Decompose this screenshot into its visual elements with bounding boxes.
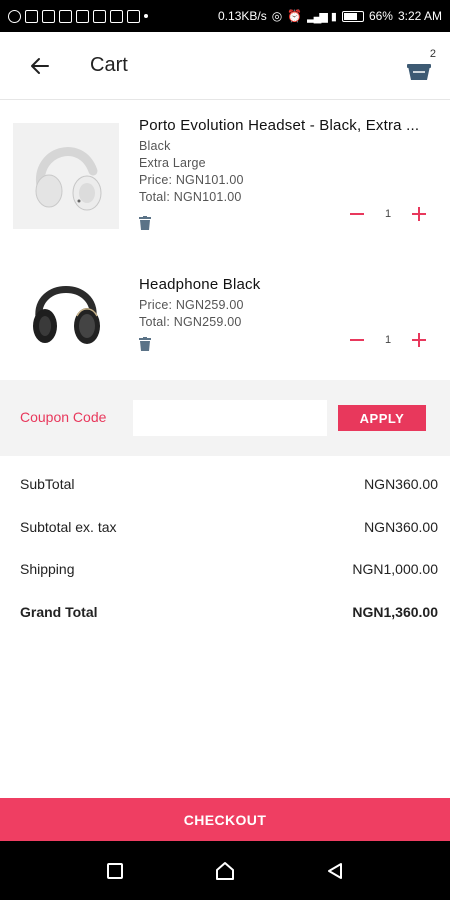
item-price: Price: NGN259.00 xyxy=(139,298,244,312)
subtotal-ex-tax-row: Subtotal ex. tax NGN360.00 xyxy=(20,513,438,556)
summary-value: NGN1,360.00 xyxy=(352,603,438,620)
minus-icon xyxy=(350,339,364,341)
item-details: Headphone Black Price: NGN259.00 Total: … xyxy=(139,276,430,329)
network-speed: 0.13KB/s xyxy=(218,9,267,23)
summary-label: Shipping xyxy=(20,561,75,577)
quantity-stepper: 1 xyxy=(346,329,430,351)
wifi-icon: ▮ xyxy=(330,10,337,23)
more-dot-icon xyxy=(144,14,148,18)
basket-icon xyxy=(407,64,431,80)
arrow-left-icon xyxy=(31,57,49,74)
system-nav-bar xyxy=(0,841,450,900)
back-nav-button[interactable] xyxy=(315,851,355,891)
home-button[interactable] xyxy=(205,851,245,891)
summary-value: NGN360.00 xyxy=(364,476,438,492)
home-icon xyxy=(216,861,234,880)
coupon-input[interactable] xyxy=(133,400,327,436)
mail-icon xyxy=(76,9,89,23)
notification-icon xyxy=(8,9,21,23)
white-headphones-image xyxy=(35,147,102,211)
item-title[interactable]: Headphone Black xyxy=(139,276,430,293)
coupon-label: Coupon Code xyxy=(20,409,107,425)
alarm-icon: ⏰ xyxy=(287,9,303,23)
status-bar: 0.13KB/s ◎ ⏰ ▂▄▆ ▮ 66% 3:22 AM xyxy=(0,0,450,32)
minus-icon xyxy=(350,213,364,215)
summary-label: SubTotal xyxy=(20,476,75,492)
product-image[interactable] xyxy=(13,123,119,229)
item-total: Total: NGN259.00 xyxy=(139,315,242,329)
cart-button[interactable]: 2 xyxy=(406,48,436,84)
plus-icon xyxy=(412,207,426,221)
trash-icon[interactable] xyxy=(139,337,151,351)
back-button[interactable] xyxy=(20,46,60,86)
product-image[interactable] xyxy=(13,260,119,366)
checkout-button[interactable]: CHECKOUT xyxy=(0,798,450,841)
square-icon xyxy=(107,862,123,879)
quantity-value: 1 xyxy=(384,208,392,220)
summary-value: NGN360.00 xyxy=(364,518,438,535)
phone-icon xyxy=(59,9,72,23)
battery-icon xyxy=(341,10,364,22)
item-title[interactable]: Porto Evolution Headset - Black, Extra .… xyxy=(139,117,430,134)
increase-quantity-button[interactable] xyxy=(408,203,430,225)
cart-item: Headphone Black Price: NGN259.00 Total: … xyxy=(0,236,450,380)
summary-label: Grand Total xyxy=(20,603,98,620)
notification-icons xyxy=(8,9,148,23)
decrease-quantity-button[interactable] xyxy=(346,329,368,351)
increase-quantity-button[interactable] xyxy=(408,329,430,351)
battery-level: 66% xyxy=(368,9,393,23)
app-bar: Cart 2 xyxy=(0,32,450,100)
sim-icon xyxy=(127,9,140,23)
trash-icon[interactable] xyxy=(139,216,151,230)
page-title: Cart xyxy=(90,54,128,76)
subtotal-row: SubTotal NGN360.00 xyxy=(20,470,438,513)
gallery-icon xyxy=(93,9,106,23)
quantity-value: 1 xyxy=(384,334,392,346)
order-summary: SubTotal NGN360.00 Subtotal ex. tax NGN3… xyxy=(20,470,438,640)
shipping-row: Shipping NGN1,000.00 xyxy=(20,555,438,598)
black-headphones-image xyxy=(33,286,100,344)
decrease-quantity-button[interactable] xyxy=(346,203,368,225)
summary-value: NGN1,000.00 xyxy=(352,561,438,577)
hotspot-icon: ◎ xyxy=(271,9,283,23)
summary-label: Subtotal ex. tax xyxy=(20,518,117,535)
coupon-section: Coupon Code APPLY xyxy=(0,380,450,456)
image-icon xyxy=(110,9,123,23)
clock: 3:22 AM xyxy=(397,9,442,23)
grand-total-row: Grand Total NGN1,360.00 xyxy=(20,598,438,641)
shield-icon xyxy=(42,9,55,23)
signal-icon: ▂▄▆ xyxy=(307,10,328,23)
quantity-stepper: 1 xyxy=(346,203,430,225)
item-details: Porto Evolution Headset - Black, Extra .… xyxy=(139,117,430,204)
cart-item: Porto Evolution Headset - Black, Extra .… xyxy=(0,101,450,236)
recents-button[interactable] xyxy=(95,851,135,891)
item-color: Black xyxy=(139,139,171,153)
item-price: Price: NGN101.00 xyxy=(139,173,244,187)
apply-coupon-button[interactable]: APPLY xyxy=(338,405,426,431)
facebook-icon xyxy=(25,9,38,23)
cart-count-badge: 2 xyxy=(429,48,436,60)
item-size: Extra Large xyxy=(139,156,206,170)
item-total: Total: NGN101.00 xyxy=(139,190,242,204)
triangle-back-icon xyxy=(328,862,342,879)
plus-icon xyxy=(412,333,426,347)
